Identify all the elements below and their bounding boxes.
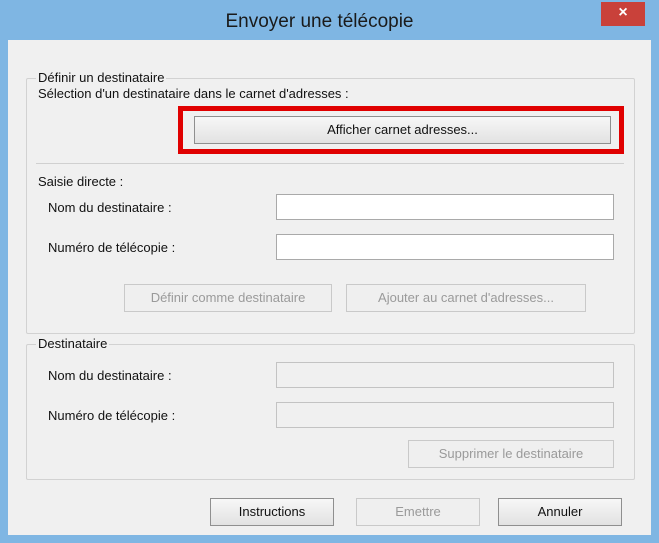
recipient-name-field (276, 362, 614, 388)
define-recipient-legend: Définir un destinataire (36, 70, 167, 85)
instructions-button[interactable]: Instructions (210, 498, 334, 526)
direct-fax-input[interactable] (276, 234, 614, 260)
recipient-name-label: Nom du destinataire : (48, 368, 172, 383)
cancel-button[interactable]: Annuler (498, 498, 622, 526)
direct-name-label: Nom du destinataire : (48, 200, 172, 215)
send-button[interactable]: Emettre (356, 498, 480, 526)
direct-name-input[interactable] (276, 194, 614, 220)
address-book-label: Sélection d'un destinataire dans le carn… (38, 86, 349, 101)
close-button[interactable]: × (601, 2, 645, 26)
add-to-address-book-button[interactable]: Ajouter au carnet d'adresses... (346, 284, 586, 312)
fax-dialog-window: Envoyer une télécopie × Définir un desti… (0, 0, 659, 543)
recipient-legend: Destinataire (36, 336, 110, 351)
set-recipient-button[interactable]: Définir comme destinataire (124, 284, 332, 312)
section-divider (36, 163, 624, 164)
title-bar[interactable]: Envoyer une télécopie × (2, 2, 657, 40)
direct-entry-heading: Saisie directe : (38, 174, 124, 189)
delete-recipient-button[interactable]: Supprimer le destinataire (408, 440, 614, 468)
recipient-fax-field (276, 402, 614, 428)
direct-fax-label: Numéro de télécopie : (48, 240, 176, 255)
recipient-fax-label: Numéro de télécopie : (48, 408, 176, 423)
dialog-content: Définir un destinataire Sélection d'un d… (8, 40, 651, 535)
window-title: Envoyer une télécopie (225, 11, 414, 32)
show-address-book-button[interactable]: Afficher carnet adresses... (194, 116, 611, 144)
close-icon: × (618, 4, 628, 21)
